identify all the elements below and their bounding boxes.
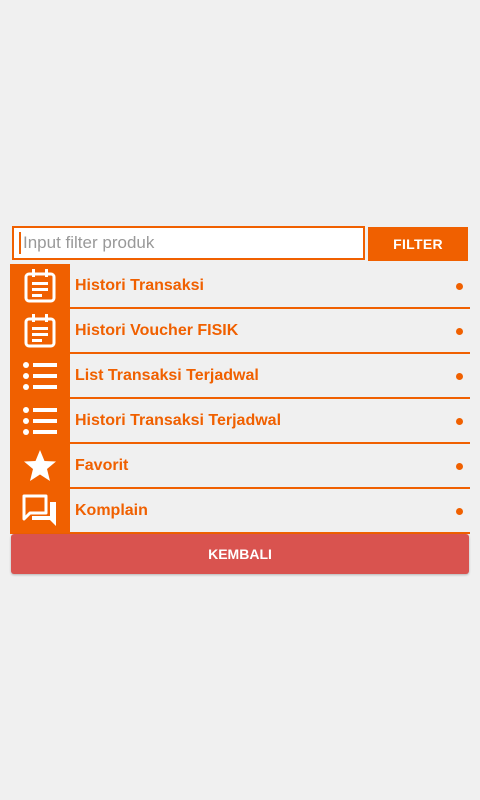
- menu-item-histori-transaksi-terjadwal[interactable]: Histori Transaksi Terjadwal: [10, 399, 470, 444]
- chat-icon: [10, 489, 70, 532]
- filter-input-box[interactable]: [12, 226, 365, 260]
- menu-item-label: Histori Voucher FISIK: [75, 321, 239, 339]
- list-icon: [10, 399, 70, 442]
- list-icon: [10, 354, 70, 397]
- bullet-dot: [456, 372, 463, 380]
- menu-list: Histori Transaksi Histori Voucher FISIK: [10, 264, 470, 534]
- menu-item-komplain[interactable]: Komplain: [10, 489, 470, 534]
- calendar-note-icon: [10, 309, 70, 352]
- back-button[interactable]: KEMBALI: [11, 534, 469, 574]
- bullet-dot: [456, 417, 463, 425]
- menu-item-label: Histori Transaksi: [75, 276, 204, 294]
- bullet-dot: [456, 462, 463, 470]
- menu-item-label: Histori Transaksi Terjadwal: [75, 411, 282, 429]
- menu-item-label: Komplain: [75, 501, 148, 519]
- filter-button[interactable]: FILTER: [368, 227, 468, 261]
- filter-input[interactable]: [21, 229, 343, 257]
- bullet-dot: [456, 507, 463, 515]
- menu-item-label: List Transaksi Terjadwal: [75, 366, 259, 384]
- menu-item-list-transaksi-terjadwal[interactable]: List Transaksi Terjadwal: [10, 354, 470, 399]
- bullet-dot: [456, 282, 463, 290]
- star-icon: [10, 444, 70, 487]
- bullet-dot: [456, 327, 463, 335]
- menu-item-favorit[interactable]: Favorit: [10, 444, 470, 489]
- menu-item-histori-voucher-fisik[interactable]: Histori Voucher FISIK: [10, 309, 470, 354]
- calendar-note-icon: [10, 264, 70, 307]
- filter-bar: FILTER: [12, 226, 468, 261]
- menu-item-label: Favorit: [75, 456, 129, 474]
- menu-item-histori-transaksi[interactable]: Histori Transaksi: [10, 264, 470, 309]
